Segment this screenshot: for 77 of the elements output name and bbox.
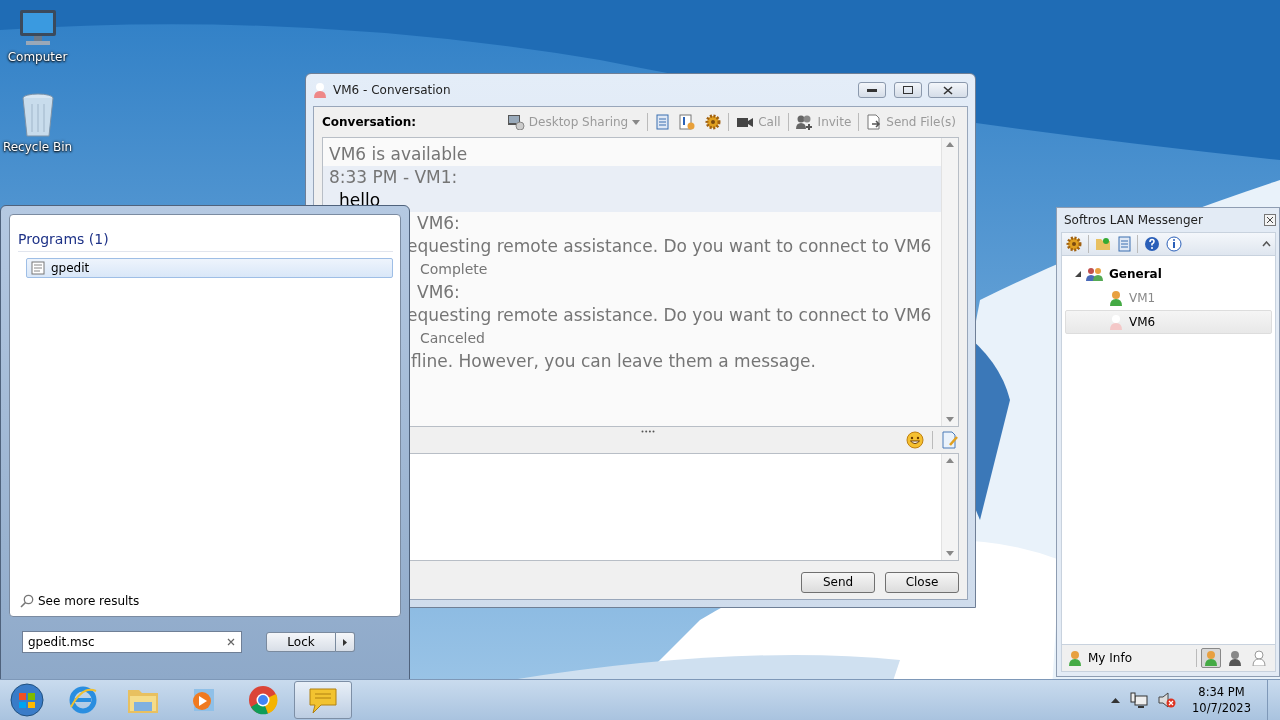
- person-icon: [313, 82, 327, 98]
- expanded-arrow-icon[interactable]: [1075, 271, 1081, 277]
- window-title: VM6 - Conversation: [333, 83, 452, 97]
- notebook-icon: [655, 114, 670, 130]
- dialog-button[interactable]: Send: [801, 571, 875, 593]
- minimize-icon: [867, 88, 877, 92]
- transfer-status: Canceled: [420, 330, 485, 346]
- scroll-up-icon[interactable]: [946, 142, 954, 147]
- video-camera-icon: [736, 115, 755, 129]
- maximize-button[interactable]: [894, 82, 922, 98]
- e-logo-icon: [68, 685, 98, 715]
- network-icon[interactable]: [1130, 692, 1149, 708]
- status-text: VM6 is available: [328, 143, 469, 166]
- contact-item[interactable]: VM1: [1065, 286, 1272, 310]
- minimize-button[interactable]: [858, 82, 886, 98]
- lock-button[interactable]: Lock: [266, 632, 336, 652]
- scroll-down-icon[interactable]: [946, 551, 954, 556]
- monitor-icon: [506, 114, 525, 130]
- status-text: fline. However, you can leave them a message.: [410, 350, 817, 373]
- person-icon: [1068, 650, 1082, 666]
- caret-icon: [343, 638, 347, 646]
- close-icon: [943, 85, 953, 95]
- search-field[interactable]: gpedit.msc: [22, 631, 242, 653]
- restore-icon: [903, 86, 913, 94]
- people-icon: [1086, 267, 1104, 281]
- round-logo-icon: [248, 685, 278, 715]
- taskbar-app-button[interactable]: [294, 681, 352, 719]
- section-heading: Programs (1): [18, 231, 393, 252]
- close-icon[interactable]: [1264, 214, 1276, 226]
- group-item[interactable]: General: [1065, 262, 1272, 286]
- notebook-icon: [1117, 236, 1131, 252]
- dialog-button[interactable]: Close: [885, 571, 959, 593]
- file-arrow-icon: [866, 114, 883, 130]
- window-title: Softros LAN Messenger: [1064, 213, 1203, 227]
- grip-icon[interactable]: [640, 430, 655, 433]
- smiley-icon[interactable]: [906, 431, 924, 449]
- clear-icon[interactable]: [227, 638, 235, 646]
- recycle-bin-icon[interactable]: [19, 92, 56, 138]
- scrollbar[interactable]: [941, 138, 958, 426]
- person-icon: [1204, 650, 1218, 666]
- document-icon: [31, 261, 45, 275]
- caret-icon: [632, 119, 641, 125]
- conversation-heading: Conversation:: [322, 115, 418, 129]
- search-icon: [20, 594, 34, 608]
- contact-item[interactable]: VM6: [1065, 310, 1272, 334]
- muted-speaker-icon[interactable]: [1158, 692, 1177, 708]
- clock[interactable]: 8:34 PM 10/7/2023: [1186, 684, 1257, 716]
- speech-bubble-icon: [307, 685, 339, 715]
- start-button[interactable]: [10, 683, 44, 717]
- scroll-up-icon[interactable]: [946, 458, 954, 463]
- info-icon[interactable]: [1166, 236, 1182, 252]
- people-add-icon: [795, 114, 814, 130]
- collapse-icon[interactable]: [1262, 241, 1271, 247]
- message-text: equesting remote assistance. Do you want to connect to VM6: [406, 304, 933, 327]
- program-result[interactable]: gpedit: [26, 258, 393, 278]
- desktop-icon-label[interactable]: Computer: [7, 50, 68, 64]
- transfer-status: Complete: [420, 261, 488, 277]
- info-card-icon: [679, 114, 696, 130]
- note-edit-icon[interactable]: [941, 431, 959, 449]
- close-button[interactable]: [928, 82, 968, 98]
- show-hidden-icons[interactable]: [1111, 697, 1121, 703]
- power-options-button[interactable]: [336, 632, 355, 652]
- settings-icon: [1066, 236, 1082, 252]
- person-icon: [1109, 290, 1123, 306]
- settings-icon: [705, 114, 722, 130]
- see-more-results-link[interactable]: See more results: [38, 594, 140, 608]
- person-icon: [1252, 650, 1266, 666]
- message-header: VM6:: [416, 212, 461, 235]
- person-icon: [1109, 314, 1123, 330]
- message-header: VM6:: [416, 281, 461, 304]
- scrollbar[interactable]: [941, 454, 958, 560]
- person-icon: [1228, 650, 1242, 666]
- folder-icon[interactable]: [1095, 237, 1111, 251]
- help-icon[interactable]: [1144, 236, 1160, 252]
- message-header: 8:33 PM - VM1:: [328, 166, 459, 189]
- message-text: equesting remote assistance. Do you want to connect to VM6: [406, 235, 933, 258]
- scroll-down-icon[interactable]: [946, 417, 954, 422]
